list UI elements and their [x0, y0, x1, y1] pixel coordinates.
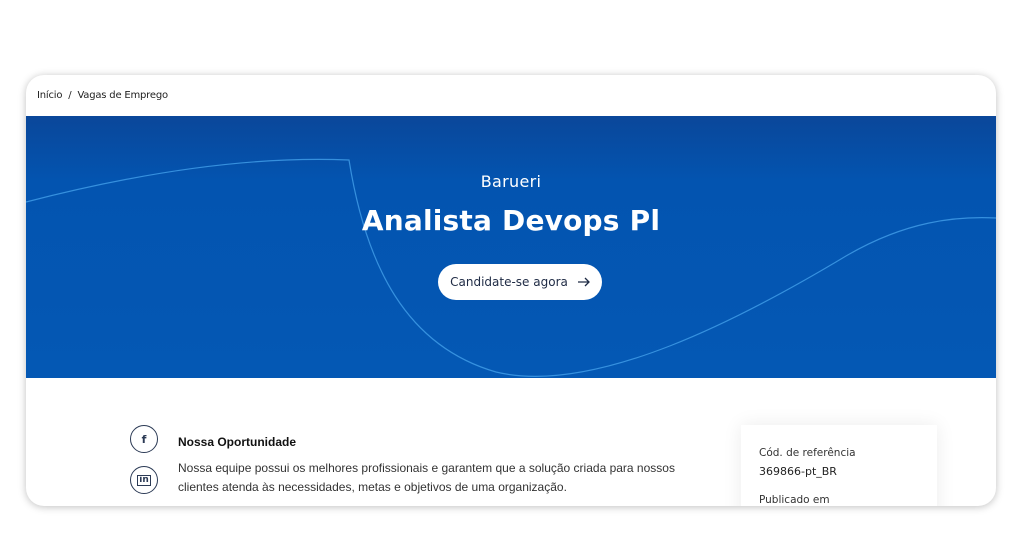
reference-code-value: 369866-pt_BR — [759, 465, 837, 478]
breadcrumb-home-link[interactable]: Início — [37, 90, 62, 101]
job-page-card: Início / Vagas de Emprego Barueri Analis… — [26, 75, 996, 506]
job-hero-banner: Barueri Analista Devops Pl Candidate-se … — [26, 116, 996, 378]
job-title: Analista Devops Pl — [361, 204, 661, 237]
breadcrumb: Início / Vagas de Emprego — [37, 90, 168, 101]
breadcrumb-jobs-link[interactable]: Vagas de Emprego — [77, 90, 168, 101]
facebook-share-button[interactable]: f — [130, 425, 158, 453]
opportunity-heading: Nossa Oportunidade — [178, 435, 297, 449]
hero-wave-decoration — [26, 158, 996, 377]
reference-code-label: Cód. de referência — [759, 447, 856, 459]
linkedin-share-button[interactable]: in — [130, 466, 158, 494]
breadcrumb-separator: / — [68, 90, 72, 101]
apply-now-button[interactable]: Candidate-se agora — [438, 264, 602, 300]
opportunity-description: Nossa equipe possui os melhores profissi… — [178, 461, 675, 494]
apply-now-label: Candidate-se agora — [450, 275, 568, 289]
published-label: Publicado em — [759, 494, 830, 506]
facebook-icon: f — [141, 432, 147, 446]
linkedin-icon: in — [137, 474, 151, 486]
job-details-card: Cód. de referência 369866-pt_BR Publicad… — [741, 425, 937, 506]
arrow-right-icon — [577, 277, 590, 287]
job-location: Barueri — [480, 172, 542, 191]
